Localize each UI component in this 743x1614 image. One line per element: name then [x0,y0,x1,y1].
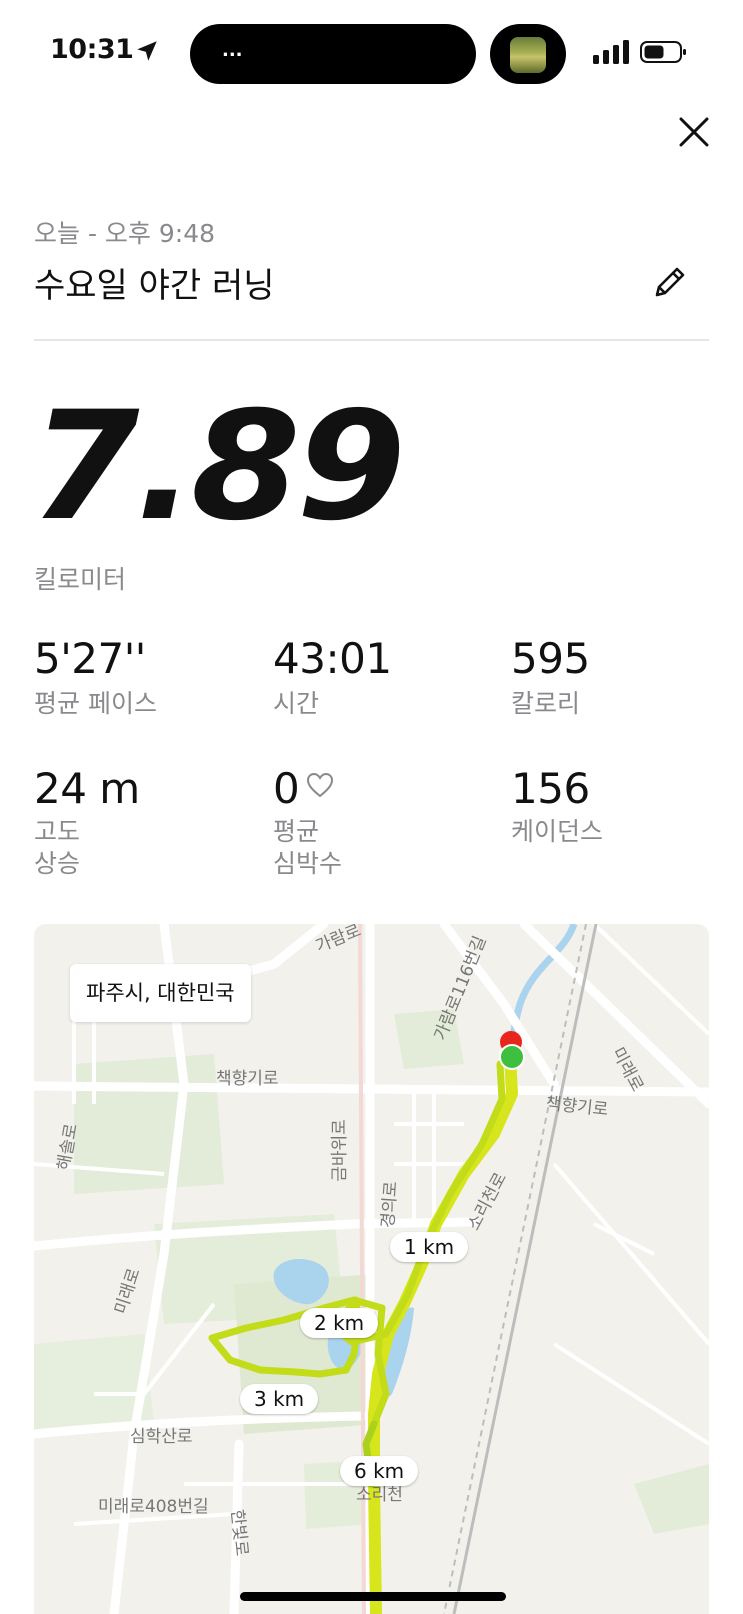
cadence-label: 케이던스 [511,817,604,846]
road-label: 심학산로 [130,1427,193,1447]
km-marker-6[interactable]: 6 km [340,1456,419,1486]
avg-pace-value: 5'27'' [34,634,146,683]
route-map[interactable]: 가람로 가람로116번길 책향기로 책향기로 미래로 해솔로 금바위로 경의로 … [34,924,709,1614]
heart-icon [306,772,334,798]
run-title: 수요일 야간 러닝 [34,266,275,306]
road-label: 책향기로 [216,1069,279,1089]
distance-value: 7.89 [30,380,406,554]
duration-value: 43:01 [273,634,392,683]
road-label: 경의로 [378,1180,402,1229]
heart-rate-label-line2: 심박수 [273,849,343,878]
cadence-value: 156 [511,764,590,813]
road-label: 미래로408번길 [98,1497,209,1517]
road-label: 금바위로 [329,1119,350,1182]
calories-value: 595 [511,634,590,683]
close-icon[interactable] [676,114,712,150]
home-indicator[interactable] [240,1592,506,1601]
heart-rate-label-line1: 평균 [273,817,320,846]
elevation-value: 24 m [34,764,140,813]
pencil-icon[interactable] [650,262,690,302]
media-thumbnail [510,37,546,73]
km-marker-1[interactable]: 1 km [390,1232,469,1262]
heart-rate-value: 0 [273,764,300,813]
calories-label: 칼로리 [511,689,581,718]
elevation-label-line1: 고도 [34,817,81,846]
run-date: 오늘 - 오후 9:48 [34,219,216,248]
header-divider [34,339,709,341]
island-indicator: ... [222,40,243,61]
elevation-label-line2: 상승 [34,849,81,878]
duration-label: 시간 [273,689,320,718]
map-location-label: 파주시, 대한민국 [70,964,251,1022]
status-time: 10:31 [50,34,134,65]
avg-pace-label: 평균 페이스 [34,689,157,718]
road-label: 한빛로 [226,1508,252,1558]
km-marker-3[interactable]: 3 km [240,1384,319,1414]
battery-icon [640,41,686,63]
signal-bars-icon [593,40,629,64]
distance-unit: 킬로미터 [34,565,127,594]
km-marker-2[interactable]: 2 km [300,1308,379,1338]
location-arrow-icon [137,41,157,61]
